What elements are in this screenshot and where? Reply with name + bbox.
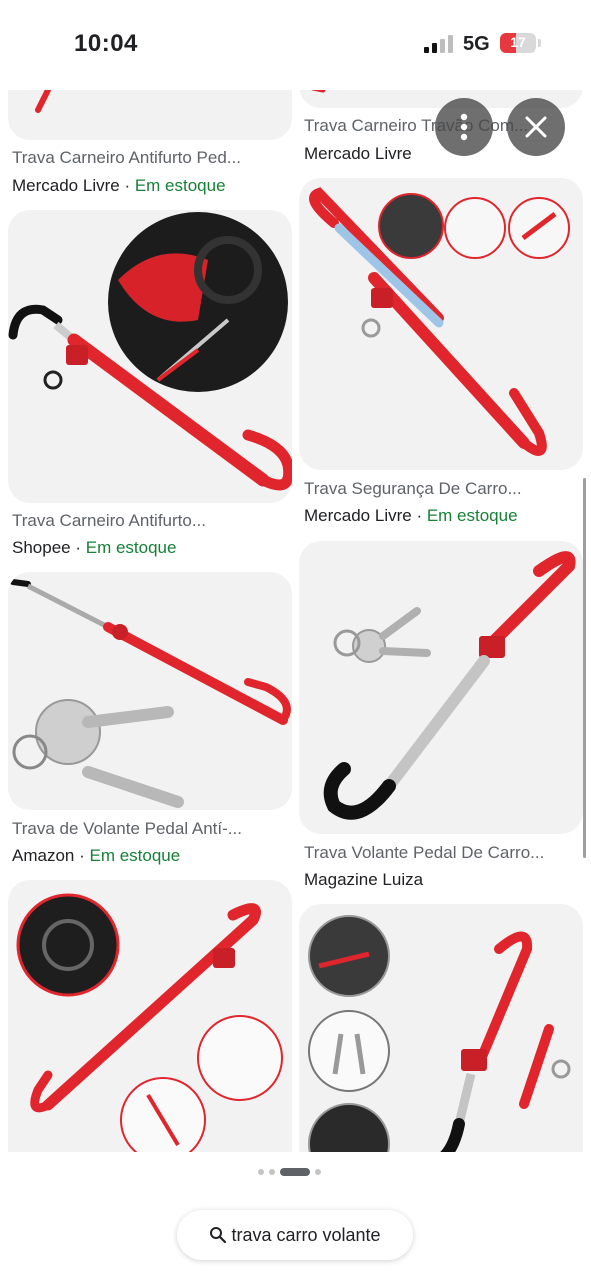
clock: 10:04	[74, 30, 138, 57]
result-title[interactable]: Trava Carneiro Travão Com...	[304, 116, 539, 136]
product-image	[10, 579, 291, 808]
result-title[interactable]: Trava Segurança De Carro...	[304, 479, 582, 499]
result-image[interactable]	[299, 178, 583, 470]
status-bar: 10:04 5G 17	[0, 0, 591, 90]
result-title[interactable]: Trava Volante Pedal De Carro...	[304, 843, 582, 863]
search-query-text: trava carro volante	[231, 1224, 381, 1245]
close-icon	[525, 116, 547, 138]
search-icon	[210, 1227, 227, 1244]
product-image	[16, 893, 283, 1163]
product-image	[308, 915, 571, 1184]
stock-badge: Em estoque	[134, 176, 226, 195]
close-button[interactable]	[507, 98, 565, 156]
network-label: 5G	[463, 33, 490, 55]
signal-icon	[424, 35, 453, 53]
result-image[interactable]	[8, 880, 292, 1180]
page-dot[interactable]	[269, 1169, 275, 1175]
page-dot[interactable]	[258, 1169, 264, 1175]
product-image	[309, 187, 570, 456]
more-options-button[interactable]	[435, 98, 493, 156]
result-source: Mercado Livre · Em estoque	[304, 506, 518, 525]
result-source: Shopee · Em estoque	[12, 538, 177, 557]
stock-badge: Em estoque	[426, 506, 518, 525]
battery-icon: 17	[500, 33, 536, 53]
result-image[interactable]	[8, 572, 292, 810]
product-image	[8, 212, 292, 491]
result-source: Amazon · Em estoque	[12, 846, 181, 865]
stock-badge: Em estoque	[85, 538, 177, 557]
result-image[interactable]	[299, 541, 583, 834]
stock-badge: Em estoque	[89, 846, 181, 865]
result-source: Mercado Livre · Em estoque	[12, 176, 226, 195]
more-vert-icon	[460, 113, 468, 141]
result-image[interactable]	[299, 904, 583, 1184]
page-dot[interactable]	[315, 1169, 321, 1175]
page-indicator	[258, 1168, 321, 1176]
result-title[interactable]: Trava de Volante Pedal Antí-...	[12, 819, 290, 839]
result-title[interactable]: Trava Carneiro Antifurto Ped...	[12, 148, 290, 168]
result-image[interactable]	[8, 210, 292, 503]
result-source: Magazine Luiza	[304, 870, 424, 889]
result-source: Mercado Livre	[304, 144, 412, 163]
battery-level: 17	[510, 34, 526, 50]
search-query-pill[interactable]: trava carro volante	[177, 1210, 413, 1260]
scrollbar[interactable]	[583, 478, 586, 858]
page-dot-active[interactable]	[280, 1168, 310, 1176]
result-title[interactable]: Trava Carneiro Antifurto...	[12, 511, 290, 531]
product-image	[323, 551, 576, 820]
